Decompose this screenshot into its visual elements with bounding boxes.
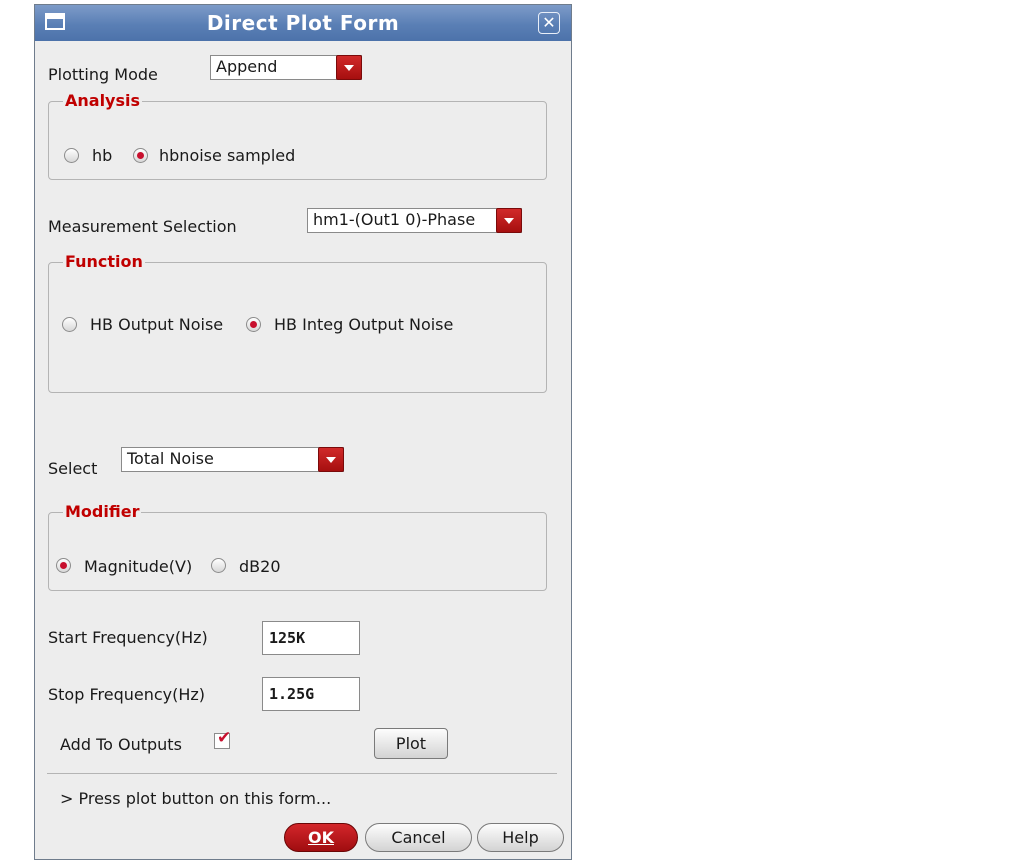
check-icon: ✔ <box>217 728 232 748</box>
status-message: > Press plot button on this form... <box>60 789 332 808</box>
chevron-down-icon[interactable] <box>496 208 522 233</box>
function-hb-output-noise-radio[interactable] <box>62 317 77 332</box>
measurement-selection-value: hm1-(Out1 0)-Phase <box>313 210 476 229</box>
function-hb-output-noise-label[interactable]: HB Output Noise <box>90 315 223 334</box>
select-dropdown[interactable]: Total Noise <box>121 447 344 472</box>
title-bar[interactable]: Direct Plot Form ✕ <box>35 5 571 41</box>
separator <box>47 773 557 774</box>
analysis-hb-label[interactable]: hb <box>92 146 112 165</box>
stop-frequency-label: Stop Frequency(Hz) <box>48 685 206 704</box>
stop-frequency-input[interactable] <box>263 678 359 710</box>
measurement-selection-label: Measurement Selection <box>48 217 237 236</box>
function-hb-integ-output-noise-radio[interactable] <box>246 317 261 332</box>
plotting-mode-label: Plotting Mode <box>48 65 158 84</box>
analysis-group-title: Analysis <box>63 91 143 110</box>
close-button[interactable]: ✕ <box>538 12 560 34</box>
modifier-group <box>48 512 547 591</box>
modifier-db20-radio[interactable] <box>211 558 226 573</box>
plotting-mode-value: Append <box>216 57 278 76</box>
select-label: Select <box>48 459 98 478</box>
plotting-mode-dropdown[interactable]: Append <box>210 55 362 80</box>
modifier-magnitude-label[interactable]: Magnitude(V) <box>84 557 192 576</box>
modifier-magnitude-radio[interactable] <box>56 558 71 573</box>
analysis-hb-radio[interactable] <box>64 148 79 163</box>
help-button[interactable]: Help <box>477 823 564 852</box>
ok-button[interactable]: OK <box>284 823 358 852</box>
measurement-selection-dropdown[interactable]: hm1-(Out1 0)-Phase <box>307 208 522 233</box>
add-to-outputs-checkbox[interactable]: ✔ <box>214 728 231 749</box>
window-title: Direct Plot Form <box>206 11 400 35</box>
function-hb-integ-output-noise-label[interactable]: HB Integ Output Noise <box>274 315 453 334</box>
ok-button-label: OK <box>308 828 334 847</box>
chevron-down-icon[interactable] <box>336 55 362 80</box>
direct-plot-form-dialog: Direct Plot Form ✕ Plotting Mode Append … <box>34 4 572 860</box>
start-frequency-input[interactable] <box>263 622 359 654</box>
help-button-label: Help <box>502 828 539 847</box>
analysis-hbnoise-sampled-label[interactable]: hbnoise sampled <box>159 146 295 165</box>
modifier-db20-label[interactable]: dB20 <box>239 557 281 576</box>
start-frequency-field[interactable] <box>262 621 360 655</box>
start-frequency-label: Start Frequency(Hz) <box>48 628 208 647</box>
analysis-group <box>48 101 547 180</box>
analysis-hbnoise-sampled-radio[interactable] <box>133 148 148 163</box>
plot-button[interactable]: Plot <box>374 728 448 759</box>
select-value: Total Noise <box>127 449 214 468</box>
modifier-group-title: Modifier <box>63 502 142 521</box>
chevron-down-icon[interactable] <box>318 447 344 472</box>
function-group-title: Function <box>63 252 145 271</box>
cancel-button-label: Cancel <box>391 828 446 847</box>
stop-frequency-field[interactable] <box>262 677 360 711</box>
close-icon: ✕ <box>542 13 556 32</box>
cancel-button[interactable]: Cancel <box>365 823 472 852</box>
add-to-outputs-label: Add To Outputs <box>60 735 182 754</box>
